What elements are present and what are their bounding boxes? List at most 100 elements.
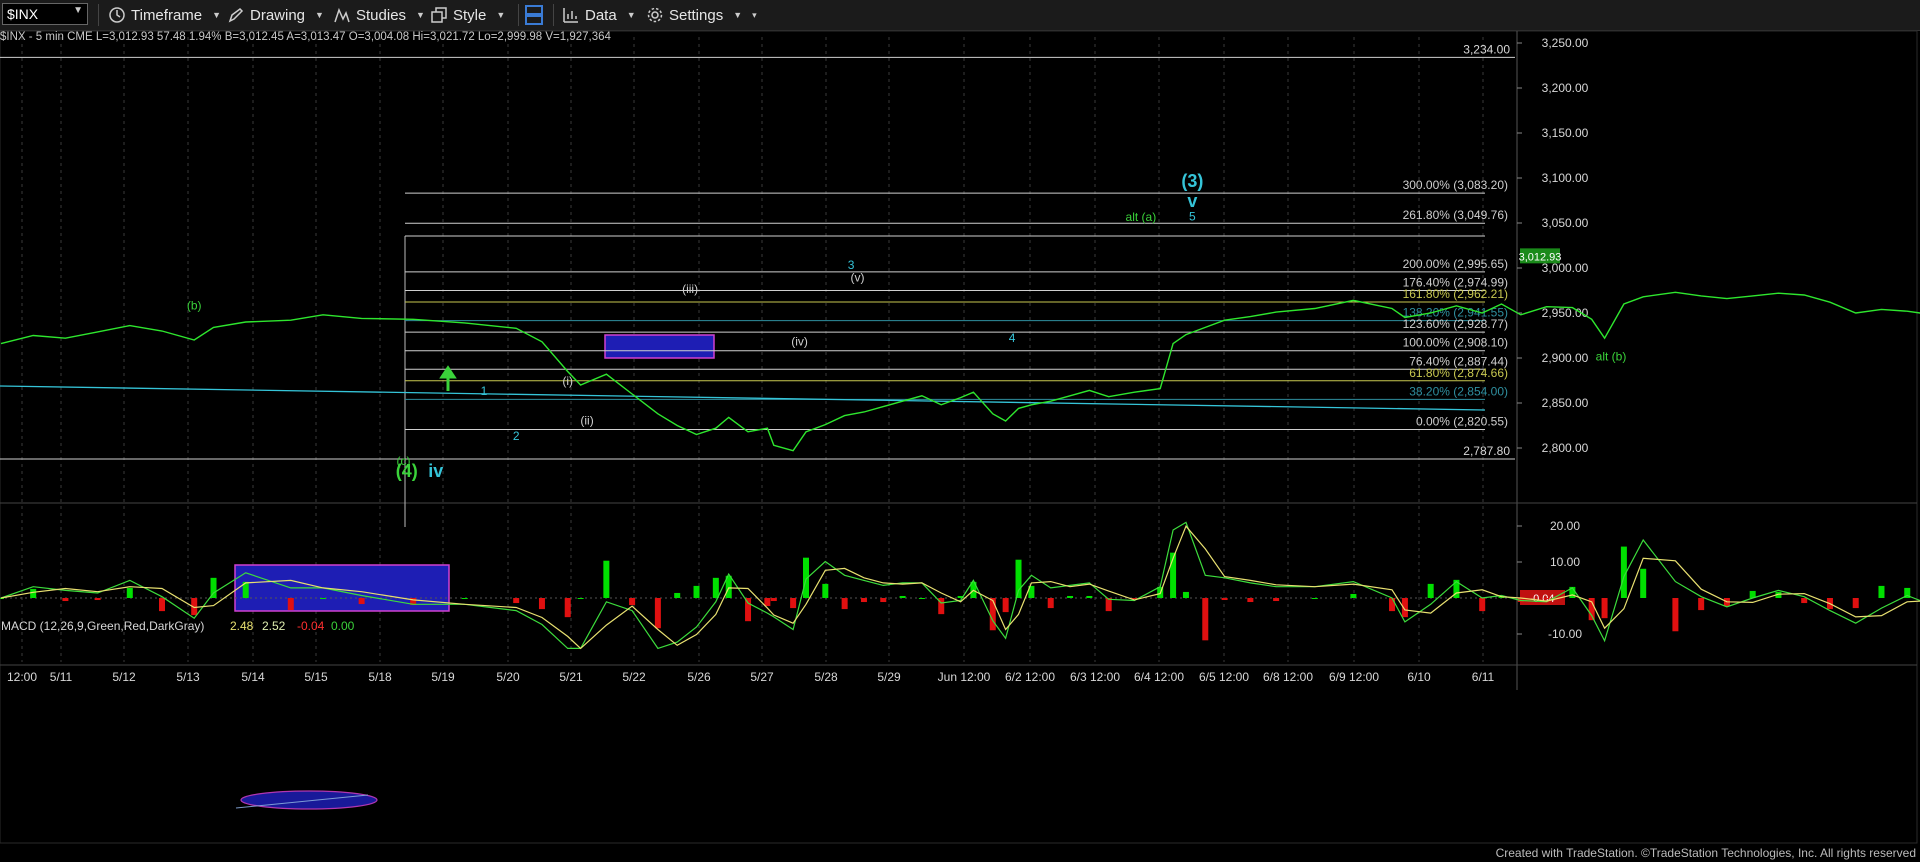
macd-histogram-bar [358, 598, 365, 605]
macd-histogram-bar [1067, 595, 1074, 598]
macd-histogram-bar [1202, 598, 1209, 641]
macd-title: MACD (12,26,9,Green,Red,DarkGray) [1, 619, 204, 633]
x-tick-label: 5/27 [750, 670, 774, 684]
y-tick-label: 3,150.00 [1542, 126, 1589, 140]
level-label: 2,787.80 [1463, 444, 1510, 458]
macd-histogram-bar [1086, 595, 1093, 598]
macd-legend-value: 0.00 [331, 619, 355, 633]
macd-histogram-bar [1640, 568, 1647, 598]
wave-label: (ii) [580, 414, 593, 428]
macd-histogram-bar [1801, 598, 1808, 604]
macd-histogram-bar [62, 598, 69, 602]
chart-frame [0, 30, 1918, 844]
macd-histogram-bar [790, 598, 797, 609]
x-tick-label: 6/4 12:00 [1134, 670, 1184, 684]
wave-label: iv [428, 461, 443, 481]
macd-histogram-bar [1247, 598, 1254, 603]
fib-level-label: 100.00% (2,908.10) [1403, 336, 1508, 350]
x-tick-label: 5/13 [176, 670, 200, 684]
x-tick-label: Jun 12:00 [938, 670, 991, 684]
macd-histogram-bar [770, 598, 777, 602]
macd-tick-label: 10.00 [1550, 555, 1580, 569]
macd-histogram-bar [1273, 598, 1280, 602]
macd-legend-value: -0.04 [297, 619, 325, 633]
wave-label: 1 [481, 384, 488, 398]
macd-legend-value: 2.52 [262, 619, 286, 633]
macd-histogram-bar [745, 598, 752, 622]
macd-histogram-bar [1047, 598, 1054, 609]
macd-histogram-bar [841, 598, 848, 610]
macd-histogram-bar [712, 577, 719, 598]
x-tick-label: 5/14 [241, 670, 265, 684]
x-tick-label: 5/29 [877, 670, 901, 684]
wave-label: 4 [1009, 331, 1016, 345]
fib-level-label: 123.60% (2,928.77) [1403, 317, 1508, 331]
macd-histogram-bar [1427, 583, 1434, 598]
macd-histogram-bar [126, 587, 133, 598]
fib-level-label: 0.00% (2,820.55) [1416, 415, 1508, 429]
fib-level-label: 300.00% (3,083.20) [1403, 178, 1508, 192]
x-tick-label: 5/21 [559, 670, 583, 684]
y-tick-label: 2,800.00 [1542, 441, 1589, 455]
macd-histogram-bar [629, 598, 636, 606]
macd-histogram-bar [1350, 593, 1357, 598]
wave-label: (i) [562, 374, 573, 388]
x-tick-label: 6/5 12:00 [1199, 670, 1249, 684]
x-tick-label: 6/11 [1472, 670, 1495, 684]
x-tick-label: 5/18 [368, 670, 392, 684]
fib-level-label: 200.00% (2,995.65) [1403, 257, 1508, 271]
level-label: 3,234.00 [1463, 42, 1510, 56]
macd-legend-value: 2.48 [230, 619, 254, 633]
x-tick-label: 6/8 12:00 [1263, 670, 1313, 684]
macd-histogram-bar [30, 588, 37, 598]
x-tick-label: 5/26 [687, 670, 711, 684]
macd-histogram-bar [1002, 598, 1009, 613]
macd-histogram-bar [918, 598, 925, 599]
divergence-ellipse [240, 790, 378, 810]
macd-histogram-bar [1221, 598, 1228, 601]
fib-level-label: 38.20% (2,854.00) [1409, 384, 1508, 398]
wave-label: alt (a) [1126, 210, 1157, 224]
y-tick-label: 3,050.00 [1542, 216, 1589, 230]
macd-histogram-bar [880, 598, 887, 603]
footer-copyright: Created with TradeStation. ©TradeStation… [1495, 846, 1916, 860]
x-tick-label: 5/12 [112, 670, 136, 684]
up-arrow-icon [439, 365, 457, 391]
wave-label: (3) [1181, 171, 1203, 191]
macd-histogram-bar [603, 560, 610, 598]
macd-histogram-bar [577, 598, 584, 599]
macd-histogram-bar [94, 598, 101, 601]
y-tick-label: 2,850.00 [1542, 396, 1589, 410]
macd-histogram-bar [461, 598, 468, 599]
y-tick-label: 3,250.00 [1542, 36, 1589, 50]
x-tick-label: 5/15 [304, 670, 328, 684]
macd-histogram-bar [654, 598, 661, 629]
macd-histogram-bar [320, 598, 326, 599]
x-tick-label: 12:00 [7, 670, 37, 684]
wave-label: (iii) [682, 282, 698, 296]
x-tick-label: 5/19 [431, 670, 455, 684]
x-tick-label: 5/11 [50, 670, 73, 684]
x-tick-label: 5/22 [622, 670, 646, 684]
chart-canvas[interactable]: 12:00 5/11 5/12 5/13 5/14 5/15 5/18 5/19 5/20 5/2… [0, 0, 1920, 862]
macd-histogram-bar [1479, 598, 1486, 612]
macd-histogram-bar [1698, 598, 1705, 611]
x-tick-label: 6/2 12:00 [1005, 670, 1055, 684]
x-tick-label: 6/3 12:00 [1070, 670, 1120, 684]
macd-histogram-bar [764, 598, 771, 607]
macd-histogram-bar [693, 585, 700, 598]
macd-histogram-bar [1601, 598, 1608, 619]
y-tick-label: 3,100.00 [1542, 171, 1589, 185]
y-tick-label: 2,900.00 [1542, 351, 1589, 365]
macd-histogram-bar [564, 598, 571, 618]
wave-label: (v) [851, 271, 865, 285]
macd-tick-label: -10.00 [1548, 627, 1582, 641]
macd-histogram-bar [1543, 598, 1550, 600]
macd-histogram-bar [899, 595, 906, 598]
macd-tick-label: 20.00 [1550, 519, 1580, 533]
price-series-line [0, 291, 1920, 452]
x-tick-label: 6/9 12:00 [1329, 670, 1379, 684]
wave-label: 5 [1189, 209, 1196, 223]
macd-histogram-bar [513, 598, 520, 604]
last-price-label: 3,012.93 [1519, 251, 1562, 263]
